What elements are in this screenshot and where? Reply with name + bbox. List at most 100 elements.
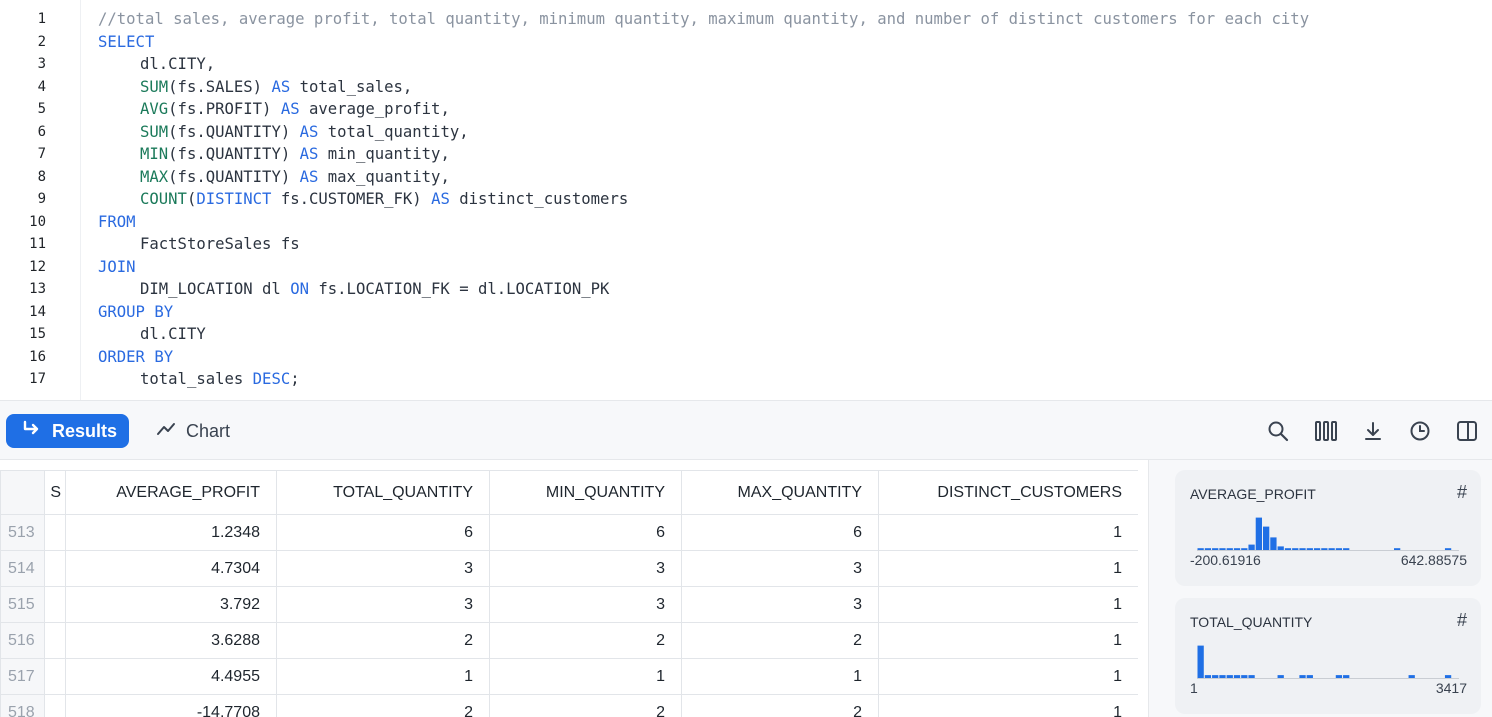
table-cell[interactable]: 2 — [681, 622, 879, 659]
code-line[interactable]: 1 //total sales, average profit, total qu… — [0, 8, 1492, 31]
table-cell[interactable]: 2 — [276, 694, 490, 717]
code-line[interactable]: 14 GROUP BY — [0, 301, 1492, 324]
code-line[interactable]: 16 ORDER BY — [0, 346, 1492, 369]
download-icon[interactable] — [1360, 418, 1386, 444]
code-line[interactable]: 9 COUNT(DISTINCT fs.CUSTOMER_FK) AS disti… — [0, 188, 1492, 211]
stats-card-total-quantity[interactable]: TOTAL_QUANTITY # 1 3417 — [1175, 598, 1481, 714]
table-cell[interactable]: 2 — [489, 622, 682, 659]
table-cell[interactable]: 1 — [878, 514, 1138, 551]
code-line[interactable]: 7 MIN(fs.QUANTITY) AS min_quantity, — [0, 143, 1492, 166]
column-header-truncated[interactable]: S — [44, 470, 66, 515]
code-line[interactable]: 5 AVG(fs.PROFIT) AS average_profit, — [0, 98, 1492, 121]
table-cell[interactable]: 2 — [681, 694, 879, 717]
panel-toggle-icon[interactable] — [1454, 418, 1480, 444]
table-cell[interactable]: 3 — [681, 550, 879, 587]
table-cell[interactable]: -14.7708 — [65, 694, 277, 717]
code-text: SELECT — [98, 31, 154, 54]
truncated-cell[interactable] — [44, 550, 66, 587]
table-cell[interactable]: 1 — [878, 658, 1138, 695]
histogram-bar — [1313, 548, 1321, 550]
code-text: total_sales DESC; — [98, 368, 300, 391]
table-cell[interactable]: 3 — [489, 586, 682, 623]
table-row[interactable]: 517 4.4955 1 1 1 1 — [0, 658, 1138, 695]
code-line[interactable]: 17 total_sales DESC; — [0, 368, 1492, 391]
column-header-max-quantity[interactable]: MAX_QUANTITY — [681, 470, 879, 515]
table-cell[interactable]: 6 — [276, 514, 490, 551]
table-cell[interactable]: 1 — [878, 550, 1138, 587]
table-cell[interactable]: 1 — [878, 586, 1138, 623]
table-cell[interactable]: 3 — [276, 586, 490, 623]
row-number: 517 — [0, 658, 45, 695]
table-cell[interactable]: 6 — [681, 514, 879, 551]
code-text: //total sales, average profit, total qua… — [98, 8, 1309, 31]
code-line[interactable]: 8 MAX(fs.QUANTITY) AS max_quantity, — [0, 166, 1492, 189]
results-tab-button[interactable]: Results — [6, 414, 129, 448]
histogram-bar — [1226, 548, 1233, 550]
code-token: ( — [186, 190, 197, 208]
table-cell[interactable]: 3 — [276, 550, 490, 587]
histogram-bar — [1335, 675, 1343, 678]
stats-card-average-profit[interactable]: AVERAGE_PROFIT # -200.61916 642.88575 — [1175, 470, 1481, 586]
table-cell[interactable]: 1.2348 — [65, 514, 277, 551]
search-icon[interactable] — [1265, 418, 1291, 444]
sql-editor[interactable]: 1 //total sales, average profit, total qu… — [0, 0, 1492, 400]
table-cell[interactable]: 2 — [489, 694, 682, 717]
histogram-bar — [1219, 548, 1226, 550]
code-text: ORDER BY — [98, 346, 173, 369]
table-row[interactable]: 515 3.792 3 3 3 1 — [0, 586, 1138, 623]
table-cell[interactable]: 1 — [878, 694, 1138, 717]
code-token: (fs.QUANTITY) — [168, 145, 300, 163]
histogram-bar — [1241, 548, 1248, 550]
truncated-cell[interactable] — [44, 514, 66, 551]
row-number: 516 — [0, 622, 45, 659]
code-line[interactable]: 12 JOIN — [0, 256, 1492, 279]
results-toolbar: Results Chart — [0, 400, 1492, 460]
table-cell[interactable]: 3.792 — [65, 586, 277, 623]
table-cell[interactable]: 1 — [276, 658, 490, 695]
code-line[interactable]: 4 SUM(fs.SALES) AS total_sales, — [0, 76, 1492, 99]
table-cell[interactable]: 1 — [489, 658, 682, 695]
column-header-average-profit[interactable]: AVERAGE_PROFIT — [65, 470, 277, 515]
number-type-icon: # — [1456, 482, 1467, 502]
table-cell[interactable]: 3 — [489, 550, 682, 587]
column-header-total-quantity[interactable]: TOTAL_QUANTITY — [276, 470, 490, 515]
truncated-cell[interactable] — [44, 694, 66, 717]
history-icon[interactable] — [1407, 418, 1433, 444]
table-cell[interactable]: 1 — [878, 622, 1138, 659]
table-cell[interactable]: 1 — [681, 658, 879, 695]
truncated-cell[interactable] — [44, 658, 66, 695]
column-header-min-quantity[interactable]: MIN_QUANTITY — [489, 470, 682, 515]
histogram-bar — [1204, 675, 1212, 678]
table-cell[interactable]: 2 — [276, 622, 490, 659]
table-cell[interactable]: 6 — [489, 514, 682, 551]
results-table-container[interactable]: S AVERAGE_PROFIT TOTAL_QUANTITY MIN_QUAN… — [0, 470, 1138, 717]
code-line[interactable]: 11 FactStoreSales fs — [0, 233, 1492, 256]
code-token: DISTINCT — [196, 190, 272, 208]
table-cell[interactable]: 3 — [681, 586, 879, 623]
truncated-cell[interactable] — [44, 622, 66, 659]
columns-icon[interactable] — [1313, 418, 1339, 444]
table-row[interactable]: 516 3.6288 2 2 2 1 — [0, 622, 1138, 659]
column-header-distinct-customers[interactable]: DISTINCT_CUSTOMERS — [878, 470, 1138, 515]
table-row[interactable]: 518 -14.7708 2 2 2 1 — [0, 694, 1138, 717]
code-line[interactable]: 3 dl.CITY, — [0, 53, 1492, 76]
histogram-bar — [1248, 675, 1255, 678]
truncated-cell[interactable] — [44, 586, 66, 623]
histogram-bar — [1197, 645, 1204, 678]
table-cell[interactable]: 4.7304 — [65, 550, 277, 587]
code-token: distinct_customers — [449, 190, 629, 208]
code-line[interactable]: 10 FROM — [0, 211, 1492, 234]
table-cell[interactable]: 4.4955 — [65, 658, 277, 695]
code-text: SUM(fs.QUANTITY) AS total_quantity, — [98, 121, 469, 144]
chart-tab-button[interactable]: Chart — [150, 414, 236, 448]
code-line[interactable]: 6 SUM(fs.QUANTITY) AS total_quantity, — [0, 121, 1492, 144]
code-line[interactable]: 2 SELECT — [0, 31, 1492, 54]
table-cell[interactable]: 3.6288 — [65, 622, 277, 659]
code-token: (fs.QUANTITY) — [168, 167, 300, 186]
table-row[interactable]: 513 1.2348 6 6 6 1 — [0, 514, 1138, 551]
code-line[interactable]: 15 dl.CITY — [0, 323, 1492, 346]
code-token: average_profit, — [299, 100, 450, 118]
table-row[interactable]: 514 4.7304 3 3 3 1 — [0, 550, 1138, 587]
line-number: 4 — [37, 78, 46, 95]
code-line[interactable]: 13 DIM_LOCATION dl ON fs.LOCATION_FK = dl… — [0, 278, 1492, 301]
